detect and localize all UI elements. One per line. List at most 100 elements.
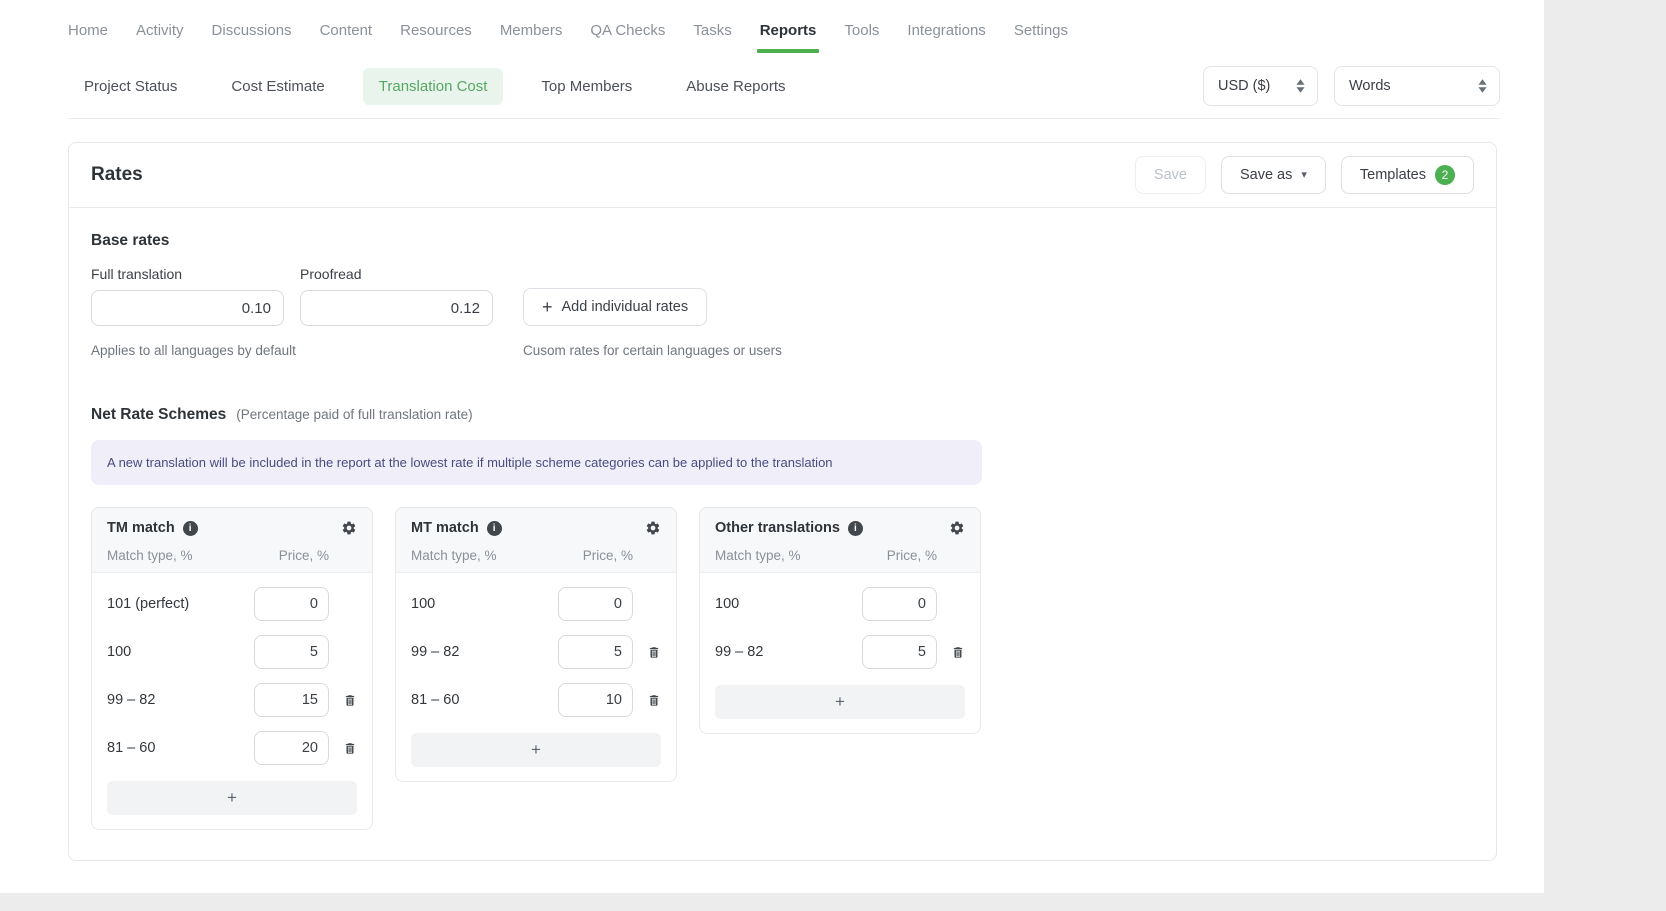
add-row-button[interactable]: + (715, 685, 965, 719)
delete-row-button[interactable] (951, 645, 965, 660)
rate-row: 99 – 82 (411, 635, 661, 669)
column-header-match-type: Match type, % (411, 548, 497, 563)
gear-icon (645, 520, 661, 536)
price-input[interactable] (254, 731, 329, 765)
rate-scheme-card: Other translations i Match type, % Price… (699, 507, 981, 734)
delete-row-button[interactable] (647, 693, 661, 708)
scheme-title: MT match (411, 520, 479, 536)
top-nav-item-resources[interactable]: Resources (400, 22, 472, 53)
match-type-label: 99 – 82 (715, 644, 763, 660)
price-input[interactable] (254, 683, 329, 717)
rate-row: 81 – 60 (107, 731, 357, 765)
full-translation-rate-input[interactable] (91, 290, 284, 326)
caret-down-icon: ▾ (1301, 170, 1307, 181)
rate-row: 100 (715, 587, 965, 621)
scheme-title: Other translations (715, 520, 840, 536)
column-header-match-type: Match type, % (107, 548, 193, 563)
custom-rate-hint: Cusom rates for certain languages or use… (523, 343, 782, 358)
scheme-card-header: Other translations i Match type, % Price… (700, 508, 980, 573)
match-type-label: 81 – 60 (107, 740, 155, 756)
match-type-label: 81 – 60 (411, 692, 459, 708)
column-header-match-type: Match type, % (715, 548, 801, 563)
gear-icon (341, 520, 357, 536)
price-input[interactable] (558, 683, 633, 717)
scheme-card-header: MT match i Match type, % Price, % (396, 508, 676, 573)
price-input[interactable] (862, 635, 937, 669)
top-nav-item-home[interactable]: Home (68, 22, 108, 53)
top-nav-item-discussions[interactable]: Discussions (212, 22, 292, 53)
top-nav-item-activity[interactable]: Activity (136, 22, 184, 53)
report-unit-select[interactable]: Words (1334, 66, 1500, 106)
rate-scheme-card: TM match i Match type, % Price, % 101 (p… (91, 507, 373, 830)
match-type-label: 99 – 82 (107, 692, 155, 708)
add-individual-rates-button[interactable]: + Add individual rates (523, 288, 707, 326)
delete-row-button[interactable] (343, 741, 357, 756)
price-input[interactable] (254, 635, 329, 669)
price-input[interactable] (558, 587, 633, 621)
scheme-card-header: TM match i Match type, % Price, % (92, 508, 372, 573)
top-nav-item-settings[interactable]: Settings (1014, 22, 1068, 53)
trash-icon (343, 693, 357, 708)
currency-select-value: USD ($) (1218, 78, 1270, 94)
scheme-cards-row: TM match i Match type, % Price, % 101 (p… (91, 507, 1474, 830)
column-header-price: Price, % (279, 548, 329, 563)
scheme-settings-button[interactable] (645, 520, 661, 536)
scheme-settings-button[interactable] (341, 520, 357, 536)
save-as-button[interactable]: Save as ▾ (1221, 156, 1326, 194)
trash-icon (951, 645, 965, 660)
top-nav-item-integrations[interactable]: Integrations (907, 22, 985, 53)
price-input[interactable] (558, 635, 633, 669)
rate-row: 100 (107, 635, 357, 669)
trash-icon (343, 741, 357, 756)
select-arrows-icon (1478, 79, 1487, 93)
proofread-rate-input[interactable] (300, 290, 493, 326)
scheme-settings-button[interactable] (949, 520, 965, 536)
full-translation-label: Full translation (91, 266, 284, 282)
trash-icon (647, 693, 661, 708)
trash-icon (647, 645, 661, 660)
rate-row: 101 (perfect) (107, 587, 357, 621)
top-nav-item-tasks[interactable]: Tasks (693, 22, 731, 53)
top-nav-item-qa-checks[interactable]: QA Checks (590, 22, 665, 53)
info-icon[interactable]: i (183, 521, 198, 536)
templates-count-badge: 2 (1435, 165, 1455, 185)
match-type-label: 100 (715, 596, 739, 612)
rates-card: Rates Save Save as ▾ Templates 2 Base ra… (68, 142, 1497, 861)
top-nav-item-content[interactable]: Content (320, 22, 373, 53)
net-rate-schemes-subtitle: (Percentage paid of full translation rat… (236, 407, 472, 422)
scheme-title: TM match (107, 520, 175, 536)
proofread-label: Proofread (300, 266, 493, 282)
templates-button[interactable]: Templates 2 (1341, 156, 1474, 194)
sub-nav-divider (68, 118, 1500, 119)
price-input[interactable] (254, 587, 329, 621)
rates-card-header: Rates Save Save as ▾ Templates 2 (69, 143, 1496, 208)
page-title: Rates (91, 164, 143, 186)
top-nav-item-tools[interactable]: Tools (844, 22, 879, 53)
save-button[interactable]: Save (1135, 156, 1206, 194)
info-icon[interactable]: i (487, 521, 502, 536)
tab-project-status[interactable]: Project Status (68, 68, 193, 105)
report-sub-nav: Project Status Cost Estimate Translation C… (68, 66, 1500, 106)
currency-select[interactable]: USD ($) (1203, 66, 1318, 106)
lowest-rate-info-banner: A new translation will be included in th… (91, 440, 982, 485)
report-tabs: Project Status Cost Estimate Translation C… (68, 68, 802, 105)
column-header-price: Price, % (583, 548, 633, 563)
top-nav-item-members[interactable]: Members (500, 22, 563, 53)
add-row-button[interactable]: + (411, 733, 661, 767)
price-input[interactable] (862, 587, 937, 621)
rate-scheme-card: MT match i Match type, % Price, % 100 99… (395, 507, 677, 782)
tab-cost-estimate[interactable]: Cost Estimate (215, 68, 340, 105)
top-nav-item-reports[interactable]: Reports (760, 22, 817, 53)
tab-abuse-reports[interactable]: Abuse Reports (670, 68, 801, 105)
base-rate-hint: Applies to all languages by default (91, 343, 523, 358)
delete-row-button[interactable] (647, 645, 661, 660)
delete-row-button[interactable] (343, 693, 357, 708)
info-icon[interactable]: i (848, 521, 863, 536)
match-type-label: 101 (perfect) (107, 596, 189, 612)
tab-top-members[interactable]: Top Members (525, 68, 648, 105)
tab-translation-cost[interactable]: Translation Cost (363, 68, 504, 105)
base-rates-title: Base rates (91, 232, 1474, 250)
rate-row: 100 (411, 587, 661, 621)
add-row-button[interactable]: + (107, 781, 357, 815)
rate-row: 99 – 82 (107, 683, 357, 717)
